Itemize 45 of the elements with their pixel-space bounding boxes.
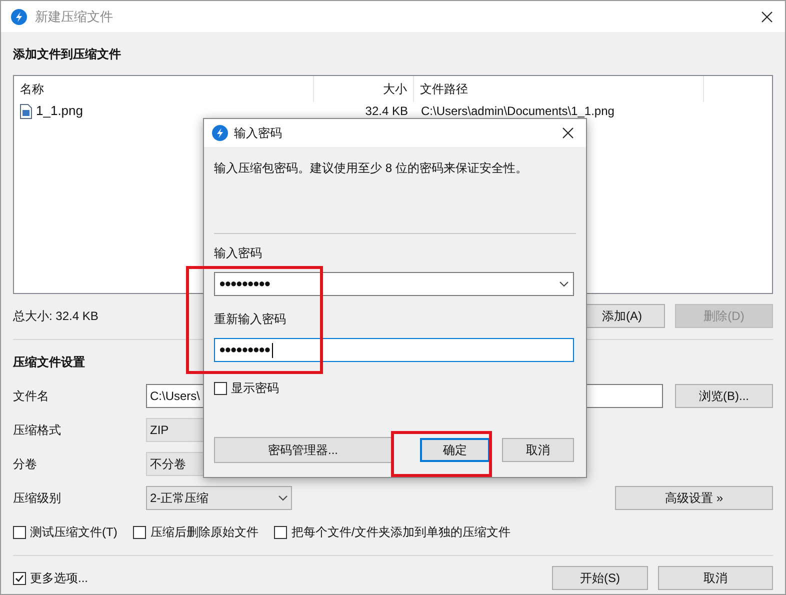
checkbox[interactable] — [13, 572, 26, 584]
checkbox-label: 更多选项... — [30, 570, 88, 587]
chevron-down-icon — [559, 281, 569, 287]
checkbox-label: 显示密码 — [231, 380, 279, 397]
close-icon[interactable] — [562, 127, 574, 139]
ok-button[interactable]: 确定 — [420, 438, 490, 462]
field-label: 重新输入密码 — [214, 311, 287, 328]
section-heading: 压缩文件设置 — [13, 354, 86, 369]
field-label: 压缩格式 — [13, 422, 62, 439]
section-heading: 添加文件到压缩文件 — [13, 46, 122, 61]
file-size: 32.4 KB — [364, 103, 409, 120]
field-label: 输入密码 — [214, 245, 263, 262]
checkbox[interactable] — [13, 526, 26, 538]
cancel-button[interactable]: 取消 — [502, 438, 574, 462]
app-logo-icon — [212, 125, 228, 141]
app-logo-icon — [11, 8, 27, 24]
column-header[interactable]: 文件路径 — [414, 76, 704, 102]
checkbox[interactable] — [133, 526, 146, 538]
field-label: 压缩级别 — [13, 490, 62, 507]
checkbox-label: 压缩后删除原始文件 — [150, 524, 258, 541]
window-title: 新建压缩文件 — [35, 8, 113, 26]
checkbox-label: 把每个文件/文件夹添加到单独的压缩文件 — [291, 524, 511, 541]
field-label: 分卷 — [13, 456, 38, 473]
password-field[interactable]: ●●●●●●●●● — [214, 272, 574, 296]
browse-button[interactable]: 浏览(B)... — [675, 384, 773, 408]
password-manager-button[interactable]: 密码管理器... — [214, 437, 392, 463]
chevron-down-icon — [278, 495, 288, 501]
file-name: 1_1.png — [36, 102, 83, 120]
checkbox[interactable] — [274, 526, 288, 538]
dialog-message: 输入压缩包密码。建议使用至少 8 位的密码来保证安全性。 — [214, 160, 528, 177]
file-path: C:\Users\admin\Documents\1_1.png — [420, 103, 614, 120]
total-size: 总大小: 32.4 KB — [13, 308, 98, 325]
column-header[interactable]: 名称 — [14, 76, 314, 102]
advanced-settings-button[interactable]: 高级设置 » — [615, 486, 773, 510]
image-file-icon — [20, 104, 32, 118]
dialog-title: 输入密码 — [234, 125, 282, 142]
password-field[interactable]: ●●●●●●●●● — [214, 338, 574, 362]
checkbox-label: 测试压缩文件(T) — [30, 524, 118, 541]
checkbox[interactable] — [214, 382, 227, 394]
cancel-button[interactable]: 取消 — [658, 566, 773, 590]
close-icon[interactable] — [761, 10, 773, 22]
field-label: 文件名 — [13, 388, 50, 405]
column-header[interactable]: 大小 — [314, 76, 414, 102]
dropdown-field[interactable]: 2-正常压缩 — [146, 486, 292, 510]
start-button[interactable]: 开始(S) — [552, 566, 648, 590]
